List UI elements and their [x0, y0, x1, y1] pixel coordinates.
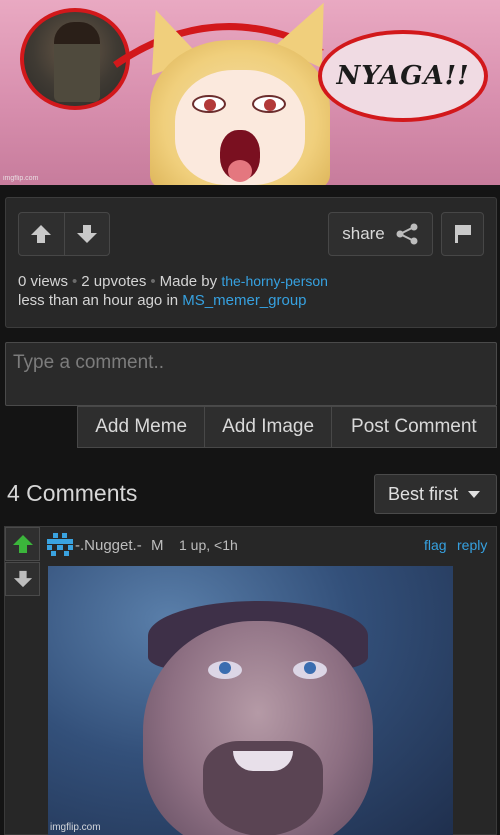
man-eye-right — [293, 661, 327, 679]
comment-upvote-button[interactable] — [5, 527, 40, 561]
post-info-panel: share 0 views • 2 upvotes • Made by the-horn… — [5, 197, 497, 328]
made-by-label: Made by — [159, 273, 218, 290]
share-label: share — [342, 224, 385, 243]
post-stats-line: 0 views • 2 upvotes • Made by the-horny-pers… — [18, 273, 328, 290]
sort-dropdown[interactable]: Best first — [374, 474, 497, 514]
comment-downvote-button[interactable] — [5, 562, 40, 596]
man-eye-left — [208, 661, 242, 679]
comment-meme-image[interactable]: imgflip.com — [48, 566, 453, 835]
share-button[interactable]: share — [328, 212, 433, 256]
views-count: 0 views — [18, 273, 69, 290]
flag-button[interactable] — [441, 212, 484, 256]
post-comment-button[interactable]: Post Comment — [330, 407, 496, 447]
upvotes-count: 2 upvotes — [81, 273, 147, 290]
comment-stats: 1 up, <1h — [179, 537, 238, 553]
share-icon — [396, 223, 418, 245]
author-link[interactable]: the-horny-person — [221, 273, 328, 289]
watermark: imgflip.com — [3, 175, 39, 182]
upvote-button[interactable] — [19, 213, 64, 255]
time-label: less than an hour ago in — [18, 292, 179, 309]
arrow-up-icon — [12, 535, 33, 553]
comment-placeholder: Type a comment.. — [13, 352, 165, 373]
post-vote-group — [18, 212, 110, 256]
flag-icon — [454, 225, 471, 243]
arrow-down-icon — [13, 570, 32, 588]
watermark: imgflip.com — [50, 822, 101, 833]
arrow-down-icon — [76, 225, 97, 243]
downvote-button[interactable] — [63, 213, 110, 255]
post-time-line: less than an hour ago in MS_memer_group — [18, 292, 307, 309]
comment-username[interactable]: -.Nugget.- — [75, 537, 142, 554]
comment-user-badge: M — [151, 537, 164, 554]
caption-text: NYAGA!! — [336, 61, 470, 91]
caption-circle: NYAGA!! — [318, 30, 488, 122]
group-link[interactable]: MS_memer_group — [182, 292, 306, 309]
comment-actions: Add Meme Add Image Post Comment — [77, 406, 497, 448]
character-eye-right — [252, 95, 286, 113]
comments-count-heading: 4 Comments — [7, 480, 138, 506]
comment-textarea[interactable]: Type a comment.. — [5, 342, 497, 406]
comment-reply-link[interactable]: reply — [457, 537, 487, 553]
avatar[interactable] — [47, 533, 73, 559]
character-eye-left — [192, 95, 226, 113]
separator-dot: • — [72, 273, 78, 290]
post-meme-image[interactable]: NYAGA!! imgflip.com — [0, 0, 500, 185]
chevron-down-icon — [468, 490, 481, 498]
sort-selected-value: Best first — [388, 483, 459, 504]
add-image-button[interactable]: Add Image — [204, 407, 330, 447]
comment-item: -.Nugget.- M 1 up, <1h flag reply imgfli… — [4, 526, 497, 835]
separator-dot: • — [150, 273, 156, 290]
man-figure — [54, 22, 100, 102]
arrow-up-icon — [31, 225, 52, 243]
add-meme-button[interactable]: Add Meme — [78, 407, 204, 447]
character-tongue — [228, 160, 252, 182]
comment-flag-link[interactable]: flag — [424, 537, 447, 553]
